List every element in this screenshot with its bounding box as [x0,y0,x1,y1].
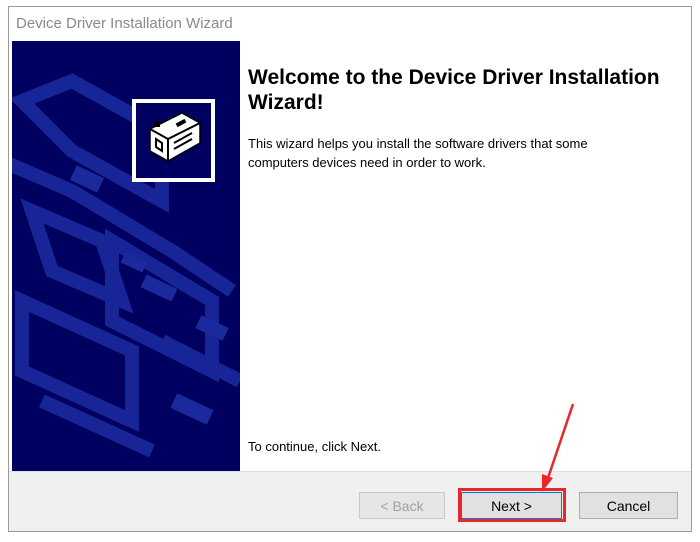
wizard-description: This wizard helps you install the softwa… [248,136,588,170]
welcome-heading: Welcome to the Device Driver Installatio… [248,66,660,114]
title-bar[interactable]: Device Driver Installation Wizard [9,7,691,41]
wizard-side-banner [12,41,240,471]
cancel-button[interactable]: Cancel [579,492,678,519]
back-button[interactable]: < Back [359,492,445,519]
window-title: Device Driver Installation Wizard [16,15,233,32]
wizard-content: Welcome to the Device Driver Installatio… [248,41,678,471]
continue-instruction: To continue, click Next. [248,439,381,454]
next-button[interactable]: Next > [461,492,562,519]
button-bar: < Back Next > Cancel [9,471,691,531]
wizard-window: Device Driver Installation Wizard Welcom… [8,6,692,532]
hardware-card-icon [132,99,215,182]
